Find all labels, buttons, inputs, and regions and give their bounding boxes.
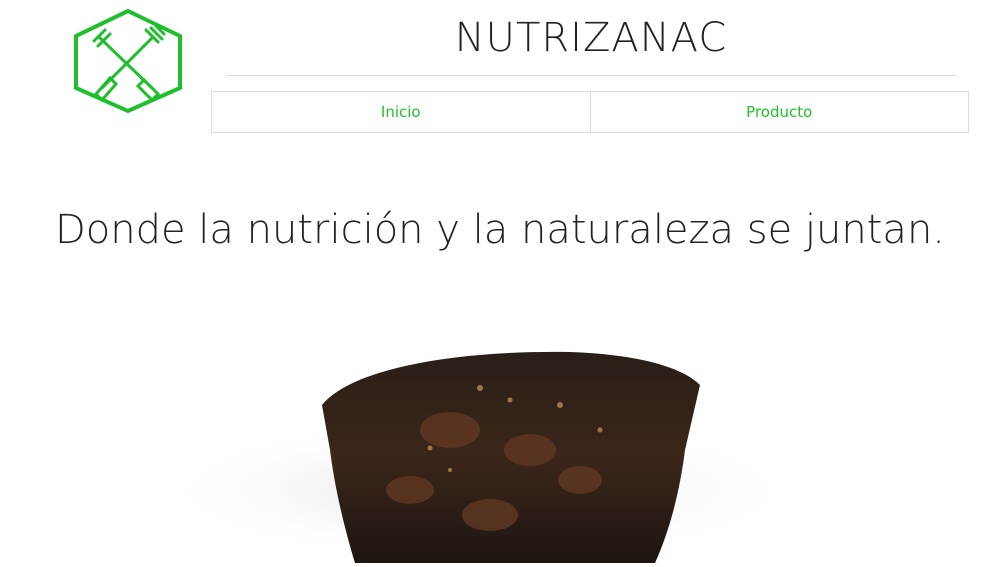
logo[interactable] <box>72 8 184 114</box>
nav-inicio[interactable]: Inicio <box>212 92 590 132</box>
product-photo <box>150 330 850 563</box>
hero-tagline: Donde la nutrición y la naturaleza se ju… <box>54 207 946 253</box>
title-divider <box>226 75 956 76</box>
nav-producto[interactable]: Producto <box>589 92 969 132</box>
fork-knife-hexagon-icon <box>74 8 182 114</box>
site-title: NUTRIZANAC <box>454 15 728 61</box>
main-nav: Inicio Producto <box>211 91 969 133</box>
